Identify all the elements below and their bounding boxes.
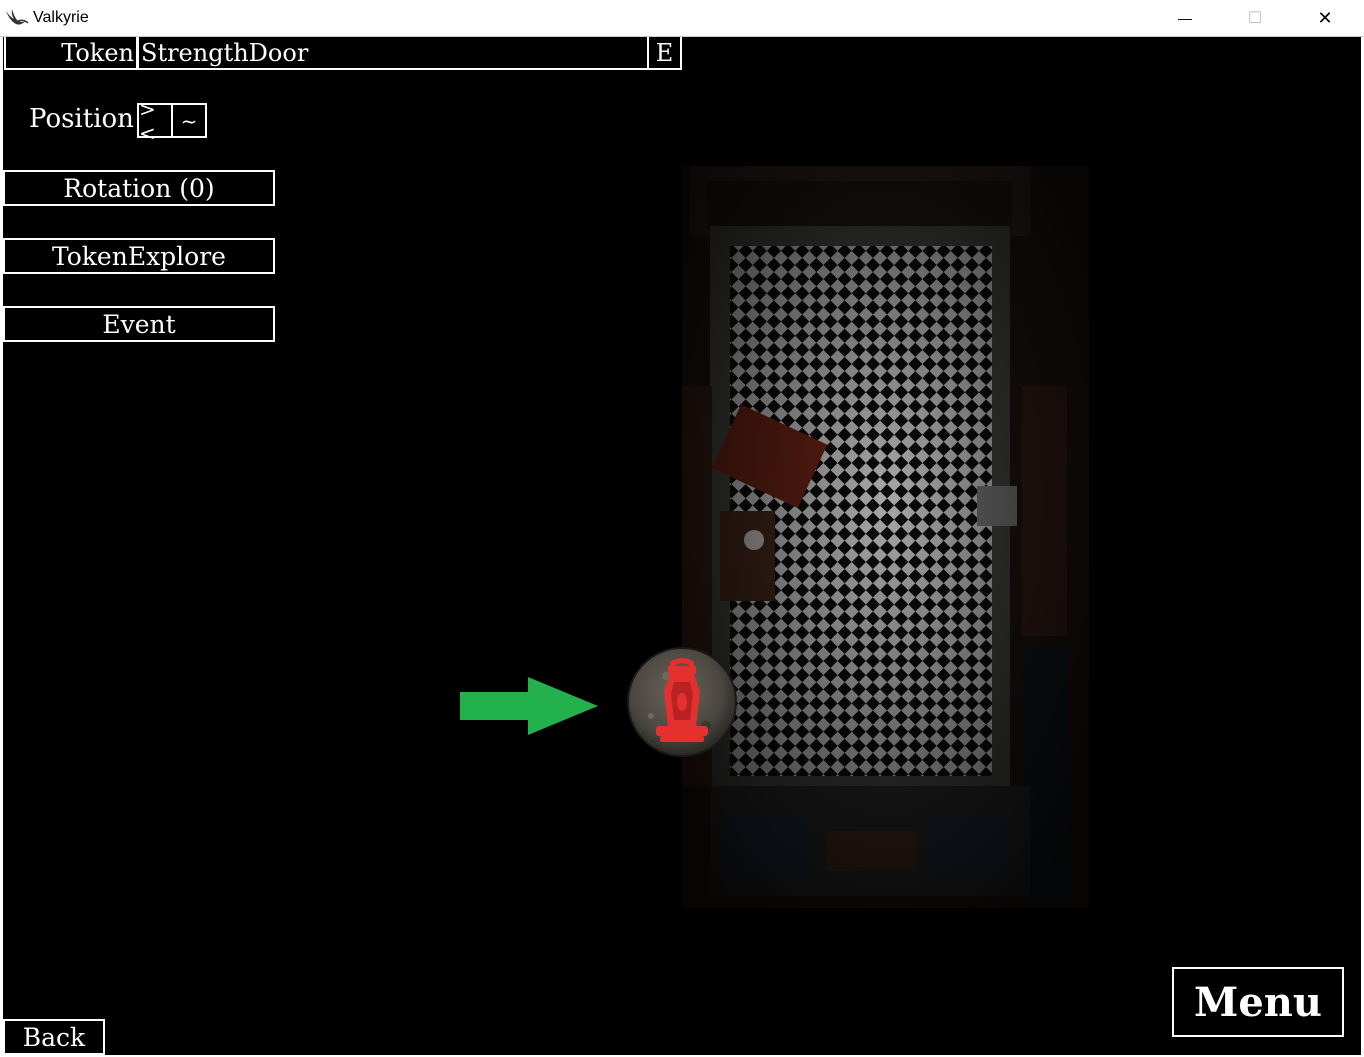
valkyrie-app-icon [6,9,29,25]
minimize-icon: — [1178,10,1192,26]
position-free-button[interactable]: ~ [171,103,207,138]
close-button[interactable]: ✕ [1290,0,1360,36]
maximize-icon: ☐ [1247,10,1263,27]
position-snap-button[interactable]: >< [137,97,173,145]
window-titlebar: Valkyrie — ☐ ✕ [0,0,1364,37]
menu-button[interactable]: Menu [1172,967,1344,1037]
position-label: Position [29,104,134,134]
room-map-tile [682,166,1089,908]
token-name-button[interactable]: StrengthDoor [137,37,649,70]
rotation-button[interactable]: Rotation (0) [3,170,275,206]
back-button[interactable]: Back [3,1019,105,1055]
event-button[interactable]: Event [3,306,275,342]
lantern-icon[interactable] [626,646,738,758]
token-type-label: Token [4,37,138,70]
close-icon: ✕ [1317,7,1333,28]
maximize-button[interactable]: ☐ [1220,0,1290,36]
minimize-button[interactable]: — [1150,0,1220,36]
window-title: Valkyrie [33,9,89,26]
edit-name-button[interactable]: E [647,37,682,70]
token-type-button[interactable]: TokenExplore [3,238,275,274]
arrow-right-icon [460,677,598,735]
